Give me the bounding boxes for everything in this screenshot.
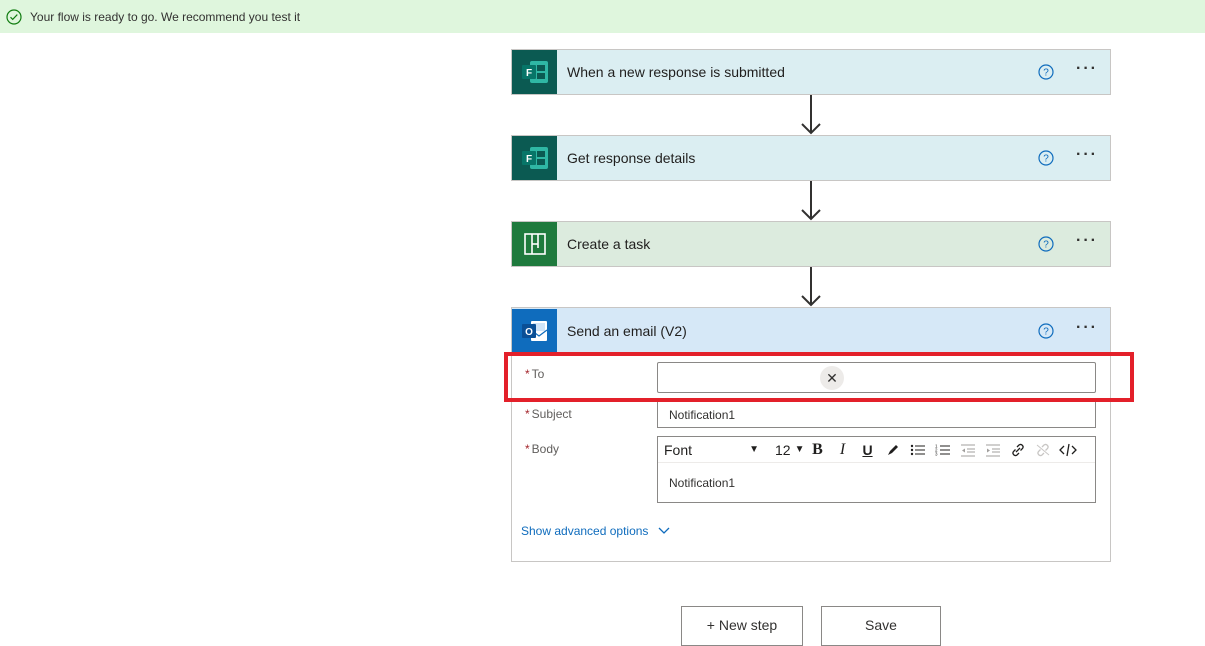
caret-down-icon: ▼: [749, 444, 759, 455]
planner-icon: [512, 222, 557, 266]
banner-message: Your flow is ready to go. We recommend y…: [30, 9, 301, 24]
help-icon[interactable]: ?: [1038, 236, 1054, 252]
check-circle-icon: [6, 8, 22, 25]
unlink-icon[interactable]: [1030, 439, 1055, 461]
step-card-create-task[interactable]: Create a task ? ···: [511, 221, 1111, 267]
help-icon[interactable]: ?: [1038, 322, 1054, 339]
body-label: * Body: [525, 442, 560, 456]
connector-arrow-icon: [801, 95, 821, 135]
increase-indent-icon[interactable]: [980, 439, 1005, 461]
chevron-down-icon: [658, 527, 670, 535]
svg-text:F: F: [525, 68, 531, 79]
italic-button[interactable]: I: [830, 439, 855, 461]
step-title: Get response details: [567, 150, 696, 166]
help-icon[interactable]: ?: [1038, 150, 1054, 166]
subject-label: * Subject: [525, 407, 572, 421]
subject-field[interactable]: Notification1: [657, 402, 1096, 428]
send-email-form: * To ✕ * Subject Notification1 * Body Font …: [511, 352, 1111, 562]
caret-down-icon: ▼: [794, 444, 805, 455]
svg-text:?: ?: [1043, 68, 1049, 79]
svg-text:F: F: [525, 154, 531, 165]
more-options-icon[interactable]: ···: [1076, 319, 1098, 339]
more-options-icon[interactable]: ···: [1076, 61, 1098, 80]
body-text[interactable]: Notification1: [658, 463, 1095, 503]
new-step-button[interactable]: + New step: [681, 606, 803, 646]
step-card-send-email[interactable]: O Send an email (V2) ? ···: [511, 307, 1111, 353]
numbered-list-icon[interactable]: 123: [930, 439, 955, 461]
svg-text:O: O: [525, 327, 533, 338]
more-options-icon[interactable]: ···: [1076, 147, 1098, 166]
more-options-icon[interactable]: ···: [1076, 233, 1098, 252]
forms-icon: F: [512, 136, 557, 180]
clear-icon[interactable]: ✕: [820, 366, 844, 390]
bullet-list-icon[interactable]: [905, 439, 930, 461]
forms-icon: F: [512, 50, 557, 94]
save-button[interactable]: Save: [821, 606, 941, 646]
code-view-icon[interactable]: [1055, 439, 1080, 461]
to-label: * To: [525, 367, 545, 381]
svg-text:?: ?: [1043, 240, 1049, 251]
step-title: Send an email (V2): [567, 322, 687, 339]
step-title: When a new response is submitted: [567, 64, 785, 80]
body-editor[interactable]: Font ▼ 12 ▼ B I U 123 Notification1: [657, 436, 1096, 503]
bold-button[interactable]: B: [805, 439, 830, 461]
show-advanced-options-link[interactable]: Show advanced options: [521, 524, 670, 538]
text-color-icon[interactable]: [880, 439, 905, 461]
step-card-trigger[interactable]: F When a new response is submitted ? ···: [511, 49, 1111, 95]
font-family-select[interactable]: Font ▼: [658, 442, 765, 458]
rich-text-toolbar: Font ▼ 12 ▼ B I U 123: [658, 437, 1095, 463]
help-icon[interactable]: ?: [1038, 64, 1054, 80]
connector-arrow-icon: [801, 267, 821, 307]
font-size-select[interactable]: 12 ▼: [765, 442, 805, 458]
decrease-indent-icon[interactable]: [955, 439, 980, 461]
connector-arrow-icon: [801, 181, 821, 221]
outlook-icon: O: [512, 308, 557, 353]
status-banner: Your flow is ready to go. We recommend y…: [0, 0, 1205, 33]
svg-text:?: ?: [1043, 326, 1049, 337]
svg-text:?: ?: [1043, 154, 1049, 165]
underline-button[interactable]: U: [855, 439, 880, 461]
to-field[interactable]: ✕: [657, 362, 1096, 393]
step-card-get-response[interactable]: F Get response details ? ···: [511, 135, 1111, 181]
svg-text:3: 3: [935, 451, 938, 456]
link-icon[interactable]: [1005, 439, 1030, 461]
step-title: Create a task: [567, 236, 651, 252]
